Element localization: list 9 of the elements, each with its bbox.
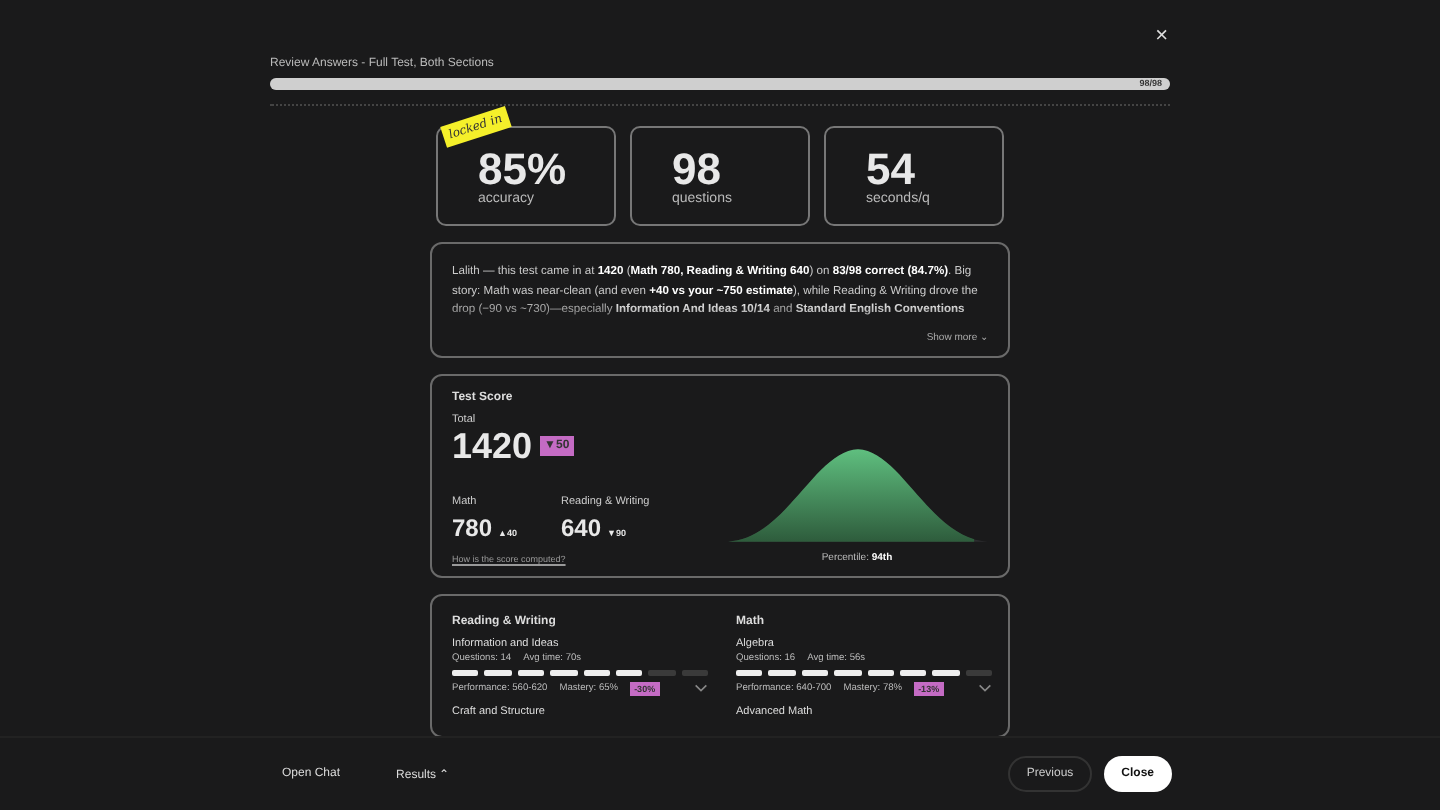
chevron-down-icon[interactable] <box>978 684 992 692</box>
stat-value: 85% <box>478 147 569 191</box>
total-score: 1420 <box>452 425 533 467</box>
close-button[interactable]: × <box>1155 24 1168 48</box>
stat-value: 54 <box>866 147 915 191</box>
stat-value: 98 <box>672 147 721 191</box>
section-score: 780 <box>452 513 493 541</box>
section-score: 640 <box>561 513 602 541</box>
chevron-down-icon[interactable] <box>694 684 708 692</box>
